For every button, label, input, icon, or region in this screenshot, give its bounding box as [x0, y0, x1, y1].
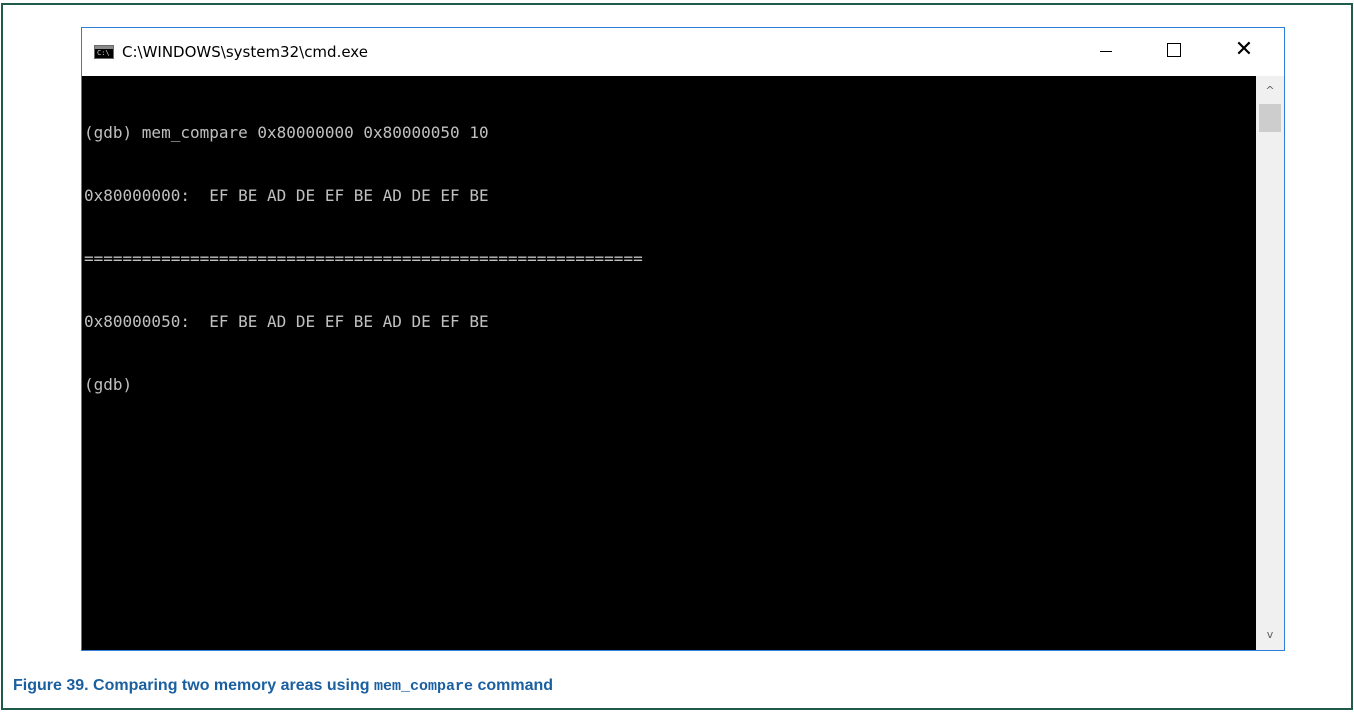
figure-frame: C:\ C:\WINDOWS\system32\cmd.exe ✕ (gdb) …	[1, 3, 1353, 710]
title-bar[interactable]: C:\ C:\WINDOWS\system32\cmd.exe ✕	[82, 28, 1284, 76]
icon-label: C:\	[97, 49, 110, 57]
vertical-scrollbar[interactable]: ^ v	[1256, 76, 1284, 650]
scroll-thumb[interactable]	[1259, 104, 1281, 132]
caption-prefix: Figure 39. Comparing two memory areas us…	[13, 677, 374, 694]
maximize-icon	[1167, 43, 1181, 57]
console-line-prompt: (gdb)	[84, 375, 133, 394]
close-icon: ✕	[1234, 37, 1254, 62]
caption-suffix: command	[473, 677, 554, 694]
console-line-source-bytes: 0x80000000: EF BE AD DE EF BE AD DE EF B…	[84, 186, 489, 205]
console-text: (gdb) mem_compare 0x80000000 0x80000050 …	[84, 80, 643, 437]
scroll-up-button[interactable]: ^	[1256, 80, 1284, 100]
console-output[interactable]: (gdb) mem_compare 0x80000000 0x80000050 …	[82, 76, 1256, 650]
console-line-command: (gdb) mem_compare 0x80000000 0x80000050 …	[84, 123, 489, 142]
window-title: C:\WINDOWS\system32\cmd.exe	[122, 43, 368, 61]
chevron-up-icon: ^	[1265, 83, 1275, 97]
close-button[interactable]: ✕	[1221, 28, 1267, 72]
console-line-target-bytes: 0x80000050: EF BE AD DE EF BE AD DE EF B…	[84, 312, 489, 331]
maximize-button[interactable]	[1151, 28, 1197, 72]
figure-caption: Figure 39. Comparing two memory areas us…	[13, 676, 553, 697]
caption-command-name: mem_compare	[373, 678, 474, 695]
scroll-down-button[interactable]: v	[1256, 624, 1284, 644]
minimize-icon	[1100, 50, 1112, 52]
minimize-button[interactable]	[1083, 28, 1129, 72]
cmd-window: C:\ C:\WINDOWS\system32\cmd.exe ✕ (gdb) …	[81, 27, 1285, 651]
cmd-app-icon[interactable]: C:\	[94, 45, 114, 59]
console-line-separator: ========================================…	[84, 249, 643, 268]
chevron-down-icon: v	[1266, 627, 1274, 641]
